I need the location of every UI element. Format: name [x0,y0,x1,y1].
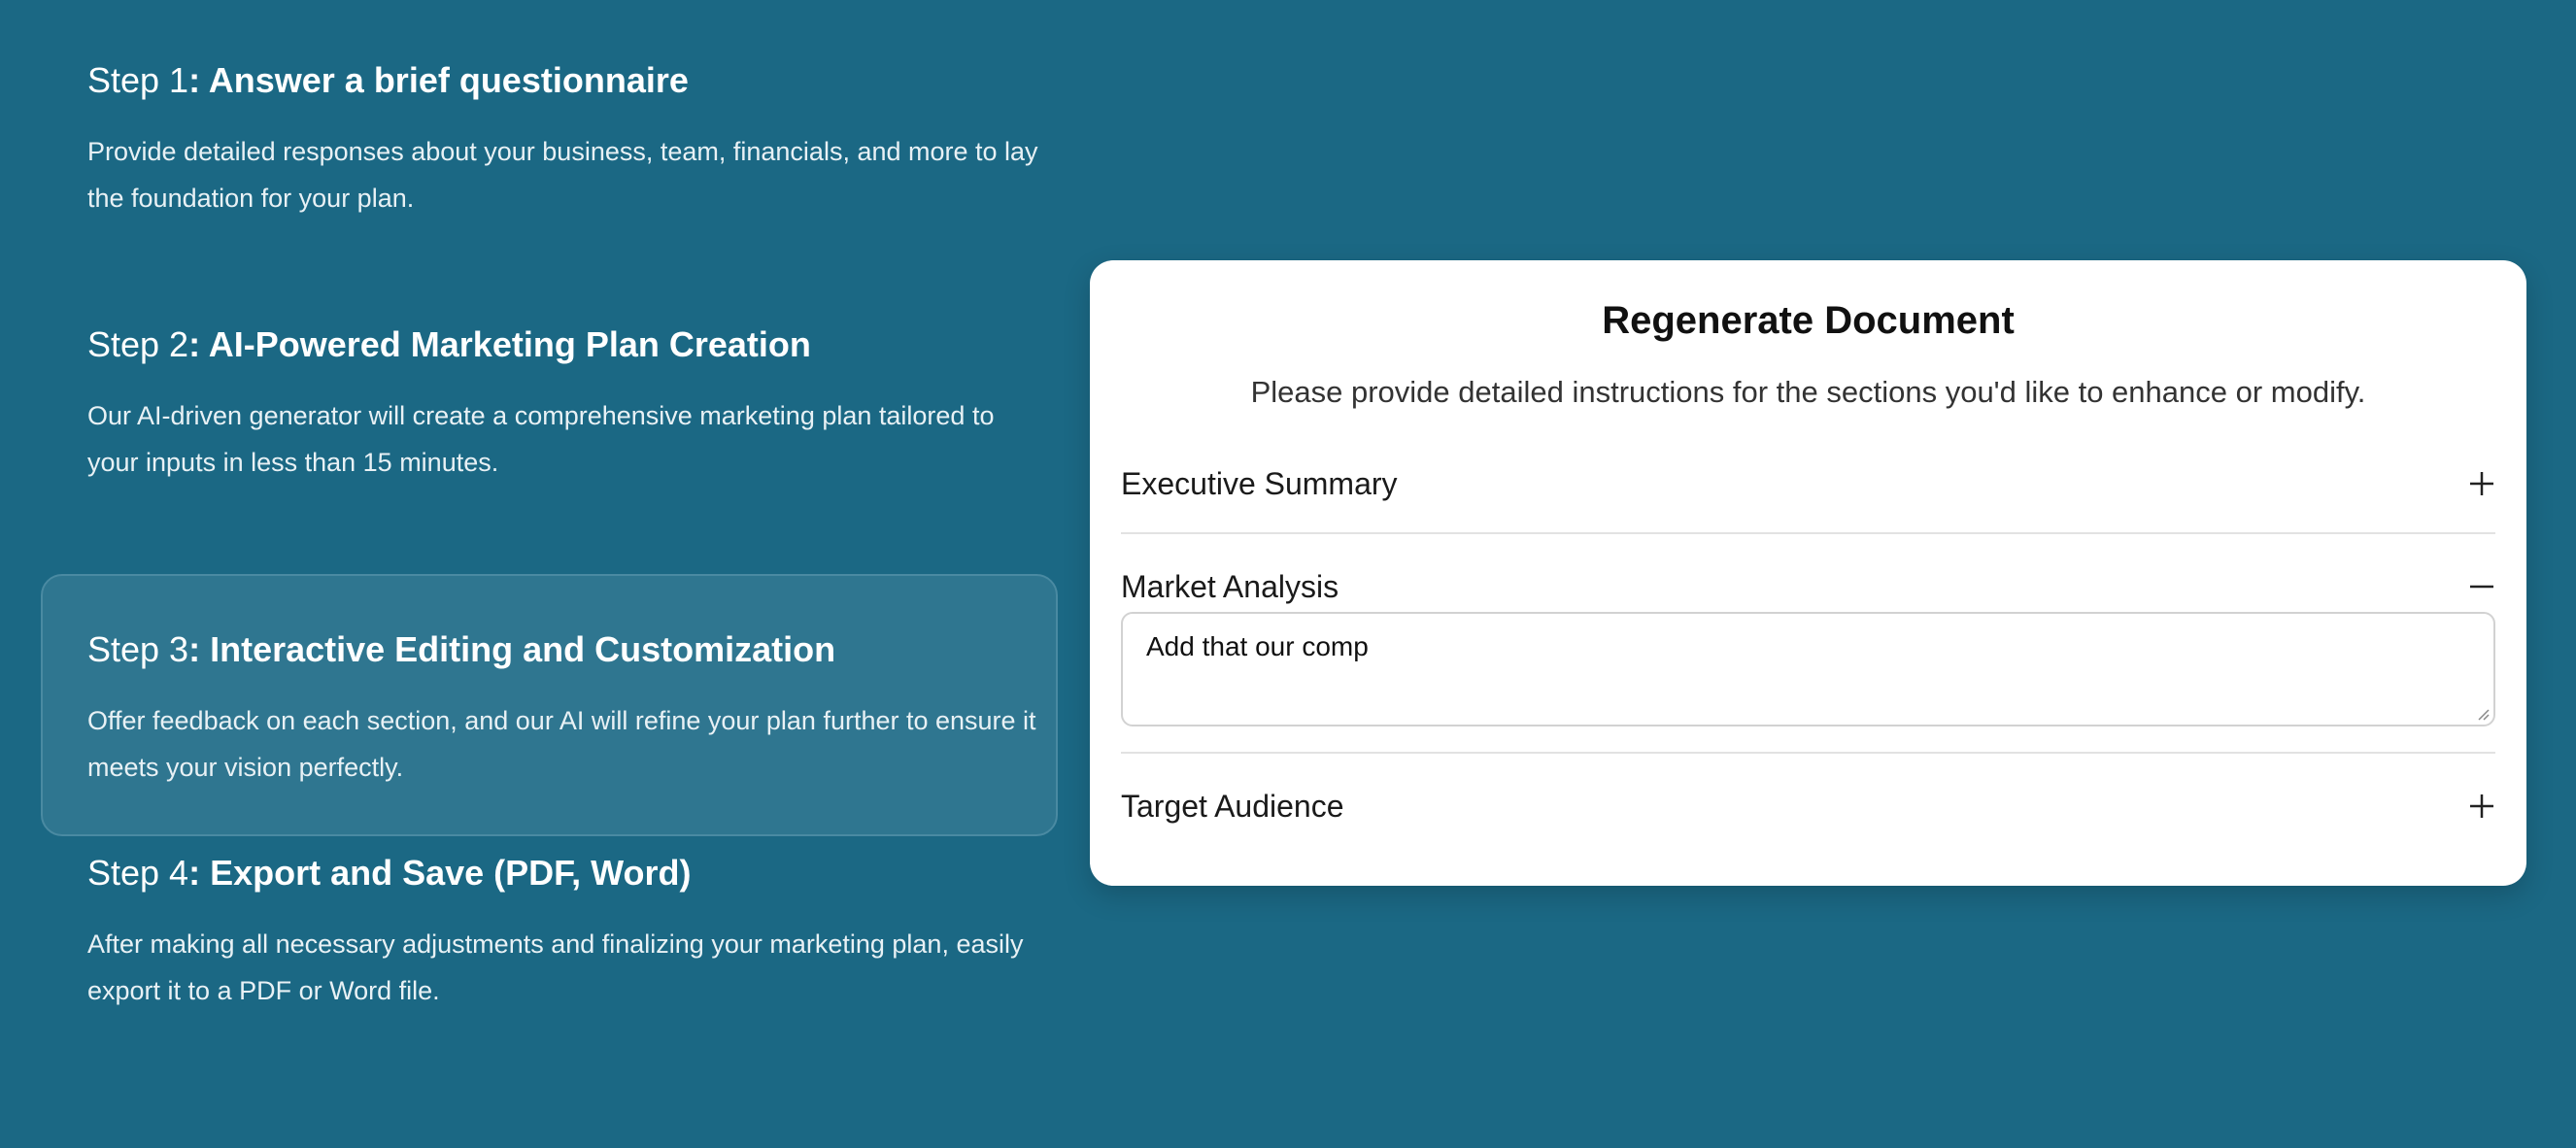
step-3-title: Step 3: Interactive Editing and Customiz… [87,629,835,670]
plus-icon[interactable] [2468,470,2495,497]
step-2-description: Our AI-driven generator will create a co… [87,401,995,477]
step-2-heading: : AI-Powered Marketing Plan Creation [188,324,811,364]
step-2[interactable]: Step 2: AI-Powered Marketing Plan Creati… [41,264,1058,526]
step-4[interactable]: Step 4: Export and Save (PDF, Word) Afte… [41,793,1058,1055]
accordion-label: Market Analysis [1121,569,1339,604]
accordion-market-analysis[interactable]: Market Analysis [1121,565,2495,608]
market-analysis-textarea[interactable]: Add that our comp [1121,612,2495,726]
card-subtitle: Please provide detailed instructions for… [1250,375,2366,409]
step-2-title: Step 2: AI-Powered Marketing Plan Creati… [87,324,811,365]
page: Step 1: Answer a brief questionnaire Pro… [0,0,2576,1148]
divider [1121,532,2495,534]
step-3-prefix: Step 3 [87,629,189,669]
step-2-prefix: Step 2 [87,324,189,364]
step-1-title: Step 1: Answer a brief questionnaire [87,60,689,101]
card-title: Regenerate Document [1602,299,2015,342]
step-3-description: Offer feedback on each section, and our … [87,706,1036,782]
step-4-heading: : Export and Save (PDF, Word) [188,853,692,893]
step-4-title: Step 4: Export and Save (PDF, Word) [87,853,692,894]
plus-icon[interactable] [2468,793,2495,820]
step-4-description: After making all necessary adjustments a… [87,929,1024,1005]
step-1-heading: : Answer a brief questionnaire [188,60,689,100]
step-3-heading: : Interactive Editing and Customization [188,629,836,669]
accordion-executive-summary[interactable]: Executive Summary [1121,462,2495,505]
divider [1121,752,2495,754]
regenerate-document-card: Regenerate Document Please provide detai… [1090,260,2526,886]
step-1[interactable]: Step 1: Answer a brief questionnaire Pro… [41,0,1058,262]
step-4-prefix: Step 4 [87,853,189,893]
resize-handle-icon[interactable] [2476,707,2490,721]
textarea-value: Add that our comp [1146,631,1369,661]
step-1-prefix: Step 1 [87,60,189,100]
accordion-target-audience[interactable]: Target Audience [1121,785,2495,827]
minus-icon[interactable] [2468,573,2495,600]
step-1-description: Provide detailed responses about your bu… [87,137,1038,213]
accordion-label: Executive Summary [1121,466,1398,501]
accordion-label: Target Audience [1121,789,1344,824]
